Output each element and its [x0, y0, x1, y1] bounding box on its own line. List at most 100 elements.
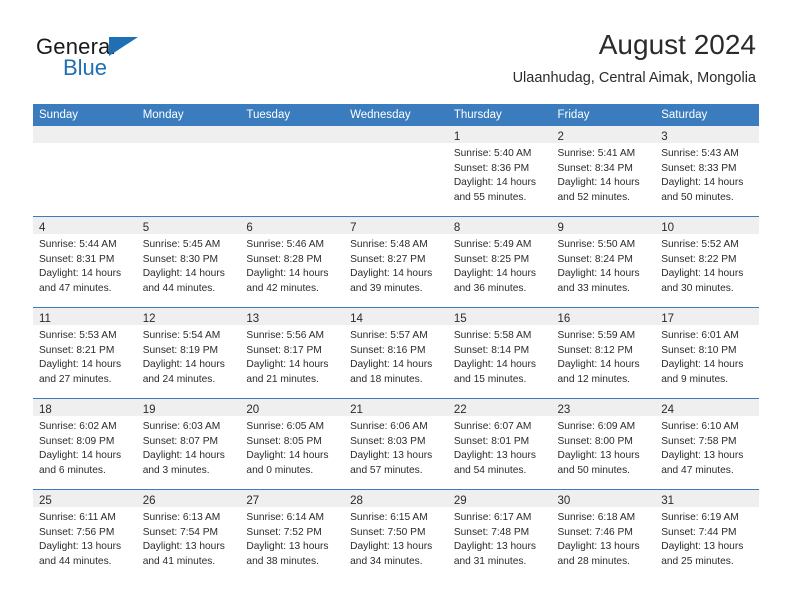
calendar-day-cell[interactable]: 9 Sunrise: 5:50 AM Sunset: 8:24 PM Daylight…	[551, 216, 656, 308]
day-detail-line: Sunrise: 6:06 AM	[350, 421, 428, 432]
day-number-band: 16	[551, 308, 656, 325]
day-detail-line: and 25 minutes.	[661, 555, 734, 567]
day-number-band: 15	[447, 308, 552, 325]
day-detail-line: and 28 minutes.	[557, 555, 631, 567]
day-detail-line: Sunset: 8:01 PM	[453, 435, 530, 447]
weekday-header-friday: Friday	[551, 104, 656, 126]
calendar-day-cell[interactable]: 6 Sunrise: 5:46 AM Sunset: 8:28 PM Daylight…	[240, 216, 345, 308]
day-cell-details: Sunrise: 5:44 AM Sunset: 8:31 PM Daylight:…	[33, 234, 137, 296]
calendar-day-cell[interactable]: 17 Sunrise: 6:01 AM Sunset: 8:10 PM Dayligh…	[655, 307, 759, 399]
calendar-day-cell[interactable]: 3 Sunrise: 5:43 AM Sunset: 8:33 PM Daylight…	[655, 126, 759, 217]
calendar-day-cell[interactable]: 12 Sunrise: 5:54 AM Sunset: 8:19 PM Dayligh…	[136, 307, 241, 399]
day-detail-line: Sunset: 8:34 PM	[557, 162, 633, 174]
day-detail-line: Sunrise: 5:43 AM	[661, 148, 739, 159]
day-detail-line: Sunrise: 6:05 AM	[246, 421, 324, 432]
calendar-day-cell[interactable]: 13 Sunrise: 5:56 AM Sunset: 8:17 PM Dayligh…	[240, 307, 345, 399]
calendar-day-cell[interactable]: 26 Sunrise: 6:13 AM Sunset: 7:54 PM Dayligh…	[136, 489, 241, 580]
day-cell-inner	[136, 126, 241, 216]
calendar-day-cell[interactable]: 8 Sunrise: 5:49 AM Sunset: 8:25 PM Daylight…	[447, 216, 552, 308]
day-detail-line: Sunrise: 5:57 AM	[350, 330, 428, 341]
day-detail-line: Daylight: 14 hours	[350, 268, 433, 280]
calendar-day-cell[interactable]: 19 Sunrise: 6:03 AM Sunset: 8:07 PM Dayligh…	[136, 398, 241, 490]
calendar-day-cell[interactable]: 27 Sunrise: 6:14 AM Sunset: 7:52 PM Dayligh…	[240, 489, 345, 580]
calendar-day-cell[interactable]: 20 Sunrise: 6:05 AM Sunset: 8:05 PM Dayligh…	[240, 398, 345, 490]
day-number: 7	[350, 222, 357, 234]
calendar-day-cell[interactable]: 31 Sunrise: 6:19 AM Sunset: 7:44 PM Dayligh…	[655, 489, 759, 580]
calendar-day-cell[interactable]: 11 Sunrise: 5:53 AM Sunset: 8:21 PM Dayligh…	[33, 307, 137, 399]
day-detail-line: Daylight: 13 hours	[557, 450, 640, 462]
day-detail-line: and 34 minutes.	[350, 555, 423, 567]
day-cell-inner	[33, 126, 137, 216]
calendar-day-cell[interactable]: 4 Sunrise: 5:44 AM Sunset: 8:31 PM Daylight…	[33, 216, 137, 308]
day-detail-line: Daylight: 13 hours	[557, 541, 640, 553]
day-detail-line: and 15 minutes.	[453, 373, 527, 385]
day-detail-line: Sunset: 8:17 PM	[246, 344, 322, 356]
calendar-day-cell[interactable]: 29 Sunrise: 6:17 AM Sunset: 7:48 PM Dayligh…	[447, 489, 552, 580]
calendar-day-cell[interactable]: 30 Sunrise: 6:18 AM Sunset: 7:46 PM Dayligh…	[551, 489, 656, 580]
day-detail-line: and 52 minutes.	[557, 191, 631, 203]
day-detail-line: Sunset: 8:14 PM	[453, 344, 530, 356]
day-number-band: 24	[655, 399, 759, 416]
day-cell-details: Sunrise: 5:54 AM Sunset: 8:19 PM Daylight:…	[137, 325, 241, 387]
general-blue-logo[interactable]: General Blue	[36, 34, 216, 80]
day-detail-line: and 44 minutes.	[142, 282, 216, 294]
day-detail-line: Sunset: 8:28 PM	[246, 253, 322, 265]
calendar-day-cell[interactable]: 10 Sunrise: 5:52 AM Sunset: 8:22 PM Dayligh…	[655, 216, 759, 308]
day-cell-details	[240, 143, 344, 147]
calendar-day-cell[interactable]: 21 Sunrise: 6:06 AM Sunset: 8:03 PM Dayligh…	[344, 398, 448, 490]
day-detail-line: Sunrise: 5:48 AM	[350, 239, 428, 250]
calendar-day-cell[interactable]: 7 Sunrise: 5:48 AM Sunset: 8:27 PM Daylight…	[344, 216, 448, 308]
day-detail-line: Sunset: 8:36 PM	[453, 162, 530, 174]
day-number: 13	[246, 313, 260, 325]
calendar-day-cell[interactable]: 15 Sunrise: 5:58 AM Sunset: 8:14 PM Dayligh…	[447, 307, 552, 399]
calendar-week-row: 4 Sunrise: 5:44 AM Sunset: 8:31 PM Daylight…	[33, 216, 759, 308]
day-number: 30	[557, 495, 571, 507]
day-number: 23	[557, 404, 571, 416]
day-detail-line: and 54 minutes.	[453, 464, 527, 476]
calendar-day-cell[interactable]: 22 Sunrise: 6:07 AM Sunset: 8:01 PM Dayligh…	[447, 398, 552, 490]
day-detail-line: and 38 minutes.	[246, 555, 319, 567]
day-number-band: 13	[240, 308, 345, 325]
calendar-day-cell[interactable]: 25 Sunrise: 6:11 AM Sunset: 7:56 PM Dayligh…	[33, 489, 137, 580]
day-cell-details	[33, 143, 137, 147]
day-number-band: 12	[136, 308, 241, 325]
day-number-band: 19	[136, 399, 241, 416]
calendar-day-cell[interactable]: 1 Sunrise: 5:40 AM Sunset: 8:36 PM Daylight…	[447, 126, 552, 217]
day-detail-line: and 24 minutes.	[142, 373, 216, 385]
day-detail-line: and 47 minutes.	[39, 282, 112, 294]
day-detail-line: Daylight: 14 hours	[39, 450, 122, 462]
calendar-day-cell[interactable]: 24 Sunrise: 6:10 AM Sunset: 7:58 PM Dayligh…	[655, 398, 759, 490]
day-cell-inner: 11 Sunrise: 5:53 AM Sunset: 8:21 PM Dayligh…	[33, 308, 137, 398]
day-number-band: 18	[33, 399, 137, 416]
day-detail-line: Sunrise: 6:10 AM	[661, 421, 739, 432]
day-number: 1	[453, 131, 461, 143]
day-number: 8	[453, 222, 461, 234]
day-detail-line: and 50 minutes.	[661, 191, 734, 203]
calendar-day-cell[interactable]: 16 Sunrise: 5:59 AM Sunset: 8:12 PM Dayligh…	[551, 307, 656, 399]
day-cell-inner: 14 Sunrise: 5:57 AM Sunset: 8:16 PM Dayligh…	[344, 308, 448, 398]
day-number: 9	[557, 222, 564, 234]
calendar-day-cell[interactable]: 14 Sunrise: 5:57 AM Sunset: 8:16 PM Dayligh…	[344, 307, 448, 399]
calendar-day-cell[interactable]: 18 Sunrise: 6:02 AM Sunset: 8:09 PM Dayligh…	[33, 398, 137, 490]
day-detail-line: Sunrise: 6:14 AM	[246, 512, 324, 523]
calendar-week-row: 11 Sunrise: 5:53 AM Sunset: 8:21 PM Dayligh…	[33, 307, 759, 399]
day-number-band: 20	[240, 399, 345, 416]
day-number: 26	[142, 495, 156, 507]
day-detail-line: and 42 minutes.	[246, 282, 319, 294]
calendar-day-cell[interactable]: 28 Sunrise: 6:15 AM Sunset: 7:50 PM Dayligh…	[344, 489, 448, 580]
day-number: 31	[661, 495, 675, 507]
page-subtitle: Ulaanhudag, Central Aimak, Mongolia	[512, 70, 756, 86]
day-detail-line: Sunrise: 5:50 AM	[557, 239, 636, 250]
day-number-band: 25	[33, 490, 137, 507]
calendar-day-cell[interactable]: 2 Sunrise: 5:41 AM Sunset: 8:34 PM Daylight…	[551, 126, 656, 217]
day-detail-line: Sunset: 8:10 PM	[661, 344, 737, 356]
day-cell-details: Sunrise: 6:18 AM Sunset: 7:46 PM Daylight:…	[552, 507, 656, 569]
day-number-band: 17	[655, 308, 759, 325]
weekday-header-tuesday: Tuesday	[240, 104, 345, 126]
day-detail-line: Sunrise: 5:59 AM	[557, 330, 636, 341]
day-number: 4	[39, 222, 46, 234]
calendar-body: 1 Sunrise: 5:40 AM Sunset: 8:36 PM Daylight…	[33, 126, 759, 580]
calendar-day-cell[interactable]: 5 Sunrise: 5:45 AM Sunset: 8:30 PM Daylight…	[136, 216, 241, 308]
calendar-day-cell[interactable]: 23 Sunrise: 6:09 AM Sunset: 8:00 PM Dayligh…	[551, 398, 656, 490]
day-number-band: 29	[447, 490, 552, 507]
